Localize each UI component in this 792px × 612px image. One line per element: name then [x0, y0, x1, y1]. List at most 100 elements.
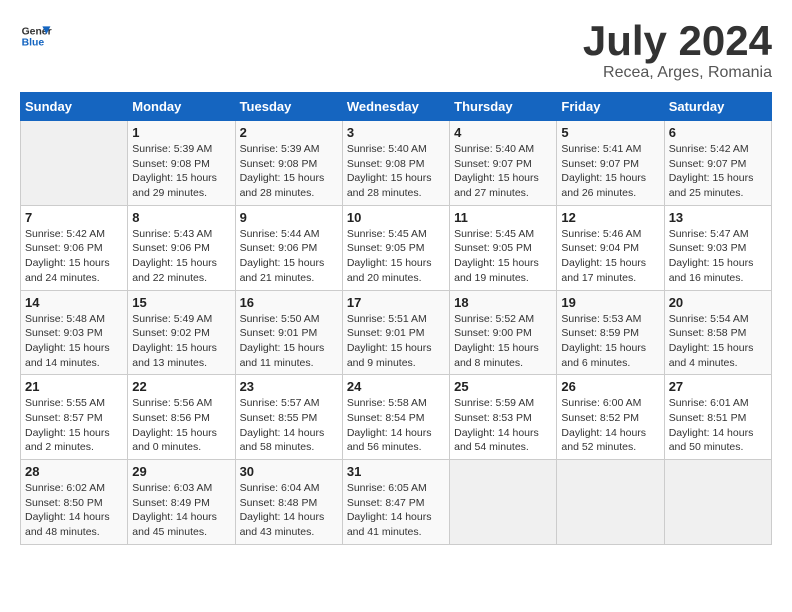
calendar-cell	[557, 460, 664, 545]
day-info: Sunrise: 5:48 AM Sunset: 9:03 PM Dayligh…	[25, 312, 123, 371]
svg-text:Blue: Blue	[22, 38, 45, 49]
day-number: 12	[561, 210, 659, 225]
calendar-cell: 22 Sunrise: 5:56 AM Sunset: 8:56 PM Dayli…	[128, 375, 235, 460]
day-number: 10	[347, 210, 445, 225]
calendar-cell: 9Sunrise: 5:44 AM Sunset: 9:06 PM Daylig…	[235, 205, 342, 290]
weekday-header-monday: Monday	[128, 93, 235, 121]
day-info: Sunrise: 5:52 AM Sunset: 9:00 PM Dayligh…	[454, 312, 552, 371]
day-number: 11	[454, 210, 552, 225]
day-number: 17	[347, 295, 445, 310]
day-info: Sunrise: 5:42 AM Sunset: 9:07 PM Dayligh…	[669, 142, 767, 201]
day-number: 25	[454, 379, 552, 394]
day-info: Sunrise: 5:45 AM Sunset: 9:05 PM Dayligh…	[347, 227, 445, 286]
weekday-header-saturday: Saturday	[664, 93, 771, 121]
day-number: 19	[561, 295, 659, 310]
day-number: 31	[347, 464, 445, 479]
day-number: 30	[240, 464, 338, 479]
day-info: Sunrise: 5:55 AM Sunset: 8:57 PM Dayligh…	[25, 396, 123, 455]
day-number: 22	[132, 379, 230, 394]
day-number: 16	[240, 295, 338, 310]
calendar-cell: 18 Sunrise: 5:52 AM Sunset: 9:00 PM Dayli…	[450, 290, 557, 375]
calendar-cell: 3Sunrise: 5:40 AM Sunset: 9:08 PM Daylig…	[342, 121, 449, 206]
day-number: 27	[669, 379, 767, 394]
day-number: 28	[25, 464, 123, 479]
day-info: Sunrise: 5:46 AM Sunset: 9:04 PM Dayligh…	[561, 227, 659, 286]
calendar-cell: 24 Sunrise: 5:58 AM Sunset: 8:54 PM Dayli…	[342, 375, 449, 460]
day-info: Sunrise: 5:54 AM Sunset: 8:58 PM Dayligh…	[669, 312, 767, 371]
day-number: 24	[347, 379, 445, 394]
calendar-cell: 26 Sunrise: 6:00 AM Sunset: 8:52 PM Dayli…	[557, 375, 664, 460]
day-info: Sunrise: 5:43 AM Sunset: 9:06 PM Dayligh…	[132, 227, 230, 286]
calendar-cell: 13 Sunrise: 5:47 AM Sunset: 9:03 PM Dayli…	[664, 205, 771, 290]
weekday-header-wednesday: Wednesday	[342, 93, 449, 121]
weekday-header-thursday: Thursday	[450, 93, 557, 121]
location-title: Recea, Arges, Romania	[583, 64, 772, 82]
day-number: 23	[240, 379, 338, 394]
weekday-header-tuesday: Tuesday	[235, 93, 342, 121]
day-number: 26	[561, 379, 659, 394]
calendar-cell: 1Sunrise: 5:39 AM Sunset: 9:08 PM Daylig…	[128, 121, 235, 206]
calendar-cell	[21, 121, 128, 206]
day-number: 14	[25, 295, 123, 310]
calendar-cell: 7 Sunrise: 5:42 AM Sunset: 9:06 PM Daylig…	[21, 205, 128, 290]
week-row-3: 21Sunrise: 5:55 AM Sunset: 8:57 PM Dayli…	[21, 375, 772, 460]
calendar-cell: 31 Sunrise: 6:05 AM Sunset: 8:47 PM Dayli…	[342, 460, 449, 545]
calendar-cell: 2Sunrise: 5:39 AM Sunset: 9:08 PM Daylig…	[235, 121, 342, 206]
day-info: Sunrise: 5:42 AM Sunset: 9:06 PM Dayligh…	[25, 227, 123, 286]
day-number: 2	[240, 125, 338, 140]
day-number: 7	[25, 210, 123, 225]
day-info: Sunrise: 5:58 AM Sunset: 8:54 PM Dayligh…	[347, 396, 445, 455]
day-info: Sunrise: 5:53 AM Sunset: 8:59 PM Dayligh…	[561, 312, 659, 371]
day-number: 4	[454, 125, 552, 140]
calendar-cell: 28 Sunrise: 6:02 AM Sunset: 8:50 PM Dayli…	[21, 460, 128, 545]
day-info: Sunrise: 5:40 AM Sunset: 9:07 PM Dayligh…	[454, 142, 552, 201]
calendar-cell: 8Sunrise: 5:43 AM Sunset: 9:06 PM Daylig…	[128, 205, 235, 290]
month-title: July 2024	[583, 20, 772, 62]
weekday-header-sunday: Sunday	[21, 93, 128, 121]
day-info: Sunrise: 6:02 AM Sunset: 8:50 PM Dayligh…	[25, 481, 123, 540]
calendar-cell: 19 Sunrise: 5:53 AM Sunset: 8:59 PM Dayli…	[557, 290, 664, 375]
day-info: Sunrise: 5:40 AM Sunset: 9:08 PM Dayligh…	[347, 142, 445, 201]
weekday-header-row: SundayMondayTuesdayWednesdayThursdayFrid…	[21, 93, 772, 121]
day-info: Sunrise: 6:01 AM Sunset: 8:51 PM Dayligh…	[669, 396, 767, 455]
weekday-header-friday: Friday	[557, 93, 664, 121]
calendar-cell	[450, 460, 557, 545]
day-number: 5	[561, 125, 659, 140]
logo-icon: General Blue	[20, 20, 52, 52]
calendar-cell: 17 Sunrise: 5:51 AM Sunset: 9:01 PM Dayli…	[342, 290, 449, 375]
calendar-cell: 15Sunrise: 5:49 AM Sunset: 9:02 PM Dayli…	[128, 290, 235, 375]
header: General Blue July 2024 Recea, Arges, Rom…	[20, 20, 772, 82]
calendar-cell: 4 Sunrise: 5:40 AM Sunset: 9:07 PM Daylig…	[450, 121, 557, 206]
calendar-cell: 25Sunrise: 5:59 AM Sunset: 8:53 PM Dayli…	[450, 375, 557, 460]
day-number: 18	[454, 295, 552, 310]
calendar-body: 1Sunrise: 5:39 AM Sunset: 9:08 PM Daylig…	[21, 121, 772, 545]
calendar-cell: 14 Sunrise: 5:48 AM Sunset: 9:03 PM Dayli…	[21, 290, 128, 375]
day-info: Sunrise: 5:39 AM Sunset: 9:08 PM Dayligh…	[132, 142, 230, 201]
week-row-4: 28 Sunrise: 6:02 AM Sunset: 8:50 PM Dayli…	[21, 460, 772, 545]
week-row-2: 14 Sunrise: 5:48 AM Sunset: 9:03 PM Dayli…	[21, 290, 772, 375]
day-info: Sunrise: 5:51 AM Sunset: 9:01 PM Dayligh…	[347, 312, 445, 371]
calendar-cell: 10 Sunrise: 5:45 AM Sunset: 9:05 PM Dayli…	[342, 205, 449, 290]
calendar-cell: 23 Sunrise: 5:57 AM Sunset: 8:55 PM Dayli…	[235, 375, 342, 460]
calendar-cell: 29Sunrise: 6:03 AM Sunset: 8:49 PM Dayli…	[128, 460, 235, 545]
day-info: Sunrise: 5:56 AM Sunset: 8:56 PM Dayligh…	[132, 396, 230, 455]
day-info: Sunrise: 5:57 AM Sunset: 8:55 PM Dayligh…	[240, 396, 338, 455]
calendar-cell: 12 Sunrise: 5:46 AM Sunset: 9:04 PM Dayli…	[557, 205, 664, 290]
day-number: 13	[669, 210, 767, 225]
day-info: Sunrise: 6:03 AM Sunset: 8:49 PM Dayligh…	[132, 481, 230, 540]
day-info: Sunrise: 5:41 AM Sunset: 9:07 PM Dayligh…	[561, 142, 659, 201]
day-info: Sunrise: 5:49 AM Sunset: 9:02 PM Dayligh…	[132, 312, 230, 371]
day-info: Sunrise: 6:05 AM Sunset: 8:47 PM Dayligh…	[347, 481, 445, 540]
day-number: 9	[240, 210, 338, 225]
calendar-table: SundayMondayTuesdayWednesdayThursdayFrid…	[20, 92, 772, 545]
day-info: Sunrise: 6:04 AM Sunset: 8:48 PM Dayligh…	[240, 481, 338, 540]
day-info: Sunrise: 5:50 AM Sunset: 9:01 PM Dayligh…	[240, 312, 338, 371]
day-info: Sunrise: 6:00 AM Sunset: 8:52 PM Dayligh…	[561, 396, 659, 455]
calendar-cell	[664, 460, 771, 545]
day-info: Sunrise: 5:45 AM Sunset: 9:05 PM Dayligh…	[454, 227, 552, 286]
calendar-cell: 27 Sunrise: 6:01 AM Sunset: 8:51 PM Dayli…	[664, 375, 771, 460]
day-info: Sunrise: 5:47 AM Sunset: 9:03 PM Dayligh…	[669, 227, 767, 286]
calendar-cell: 6 Sunrise: 5:42 AM Sunset: 9:07 PM Daylig…	[664, 121, 771, 206]
day-number: 6	[669, 125, 767, 140]
logo: General Blue	[20, 20, 52, 52]
